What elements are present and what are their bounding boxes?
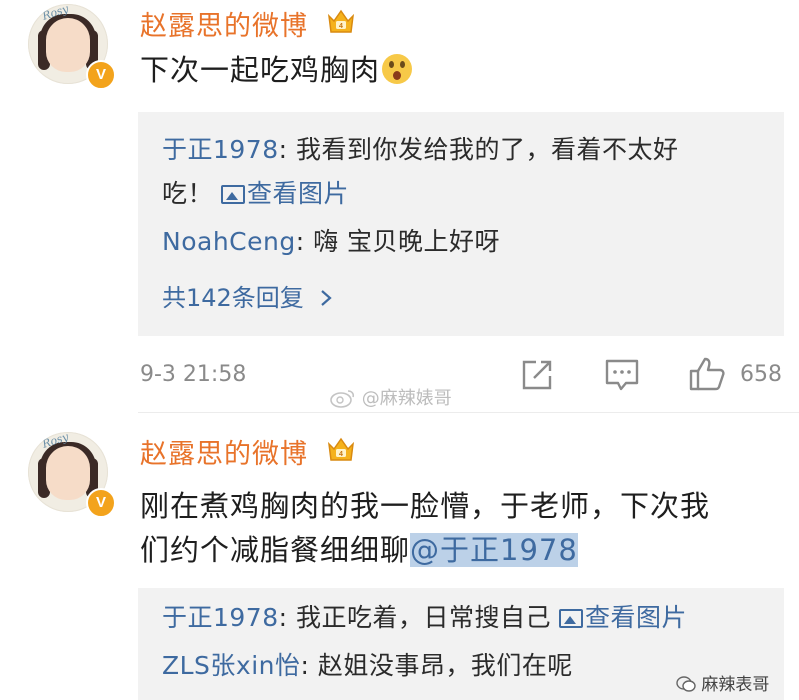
username[interactable]: 赵露思的微博 — [140, 4, 308, 43]
username[interactable]: 赵露思的微博 — [140, 432, 308, 471]
svg-text:4: 4 — [339, 451, 343, 458]
divider — [138, 412, 799, 413]
reply-item: ZLS张xin怡: 赵姐没事昂，我们在呢 — [162, 651, 573, 680]
like-count: 658 — [740, 362, 782, 387]
weibo-logo-icon — [330, 390, 355, 408]
view-image-link[interactable]: 查看图片 — [585, 603, 687, 632]
reply-box[interactable]: 于正1978: 我看到你发给我的了，看着不太好 吃！ 查看图片 NoahCeng:… — [138, 112, 784, 336]
reply-item: 于正1978: 我看到你发给我的了，看着不太好 — [162, 135, 679, 164]
svg-text:4: 4 — [339, 23, 343, 30]
share-icon[interactable] — [520, 358, 554, 392]
crown-icon: 4 — [327, 437, 355, 461]
reply-author[interactable]: NoahCeng — [162, 227, 296, 256]
comment-1: Rosy V 赵露思的微博 4 下次一起吃鸡胸肉 于正1978: 我看到你发给我… — [0, 0, 799, 412]
image-icon — [221, 185, 246, 204]
wechat-watermark: 麻辣表哥 — [676, 670, 769, 695]
reply-item: NoahCeng: 嗨 宝贝晚上好呀 — [162, 227, 501, 256]
watermark: @麻辣婊哥 — [330, 384, 452, 410]
avatar[interactable]: Rosy V — [20, 4, 116, 90]
mention-link[interactable]: @于正1978 — [410, 533, 578, 567]
more-replies-link[interactable]: 共142条回复 — [162, 278, 333, 313]
chevron-right-icon — [321, 290, 333, 306]
comment-2: Rosy V 赵露思的微博 4 刚在煮鸡胸肉的我一脸懵，于老师，下次我 们约个减… — [0, 424, 799, 700]
wechat-icon — [676, 676, 696, 692]
timestamp: 9-3 21:58 — [140, 362, 247, 387]
image-icon — [559, 609, 584, 628]
like-icon[interactable] — [688, 356, 726, 392]
comment-icon[interactable] — [604, 358, 640, 392]
reply-item: 于正1978: 我正吃着，日常搜自己 查看图片 — [162, 603, 688, 632]
comment-text: 下次一起吃鸡胸肉 — [140, 48, 413, 92]
crown-icon: 4 — [327, 9, 355, 33]
reply-author[interactable]: ZLS张xin怡 — [162, 651, 301, 680]
verified-badge: V — [86, 488, 116, 518]
comment-text: 刚在煮鸡胸肉的我一脸懵，于老师，下次我 们约个减脂餐细细聊@于正1978 — [140, 489, 711, 567]
surprised-emoji-icon — [382, 54, 413, 84]
reply-item-continued: 吃！ 查看图片 — [162, 179, 350, 208]
view-image-link[interactable]: 查看图片 — [247, 179, 349, 208]
reply-author[interactable]: 于正1978 — [162, 135, 279, 164]
avatar[interactable]: Rosy V — [20, 432, 116, 518]
reply-author[interactable]: 于正1978 — [162, 603, 279, 632]
verified-badge: V — [86, 60, 116, 90]
